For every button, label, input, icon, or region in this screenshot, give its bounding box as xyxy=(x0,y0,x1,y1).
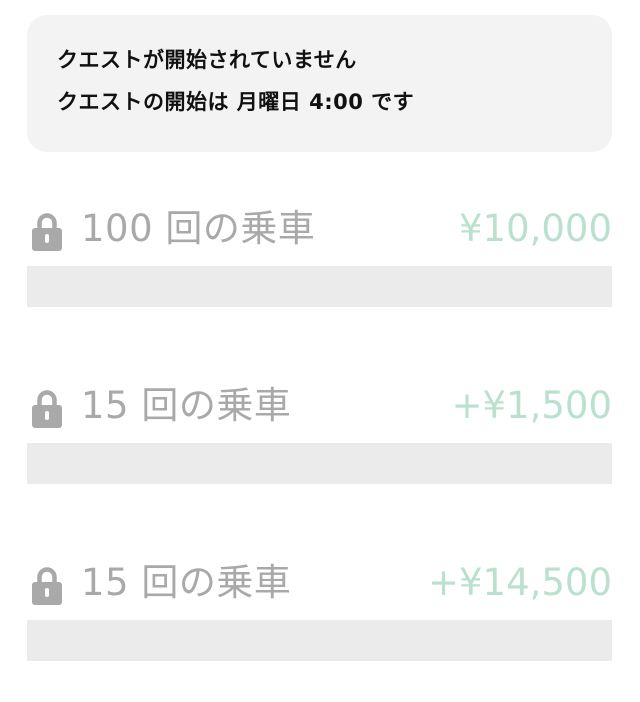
quest-header: 15 回の乗車 +¥1,500 xyxy=(27,377,612,437)
quest-progress-bar xyxy=(27,266,612,307)
quest-header: 15 回の乗車 +¥14,500 xyxy=(27,554,612,614)
notice-start-time-text: クエストの開始は 月曜日 4:00 です xyxy=(57,90,415,114)
lock-icon xyxy=(32,388,62,428)
quest-reward-amount: ¥10,000 xyxy=(458,207,612,250)
lock-icon xyxy=(32,565,62,605)
quest-goal-label: 15 回の乗車 xyxy=(81,384,292,427)
quest-item: 100 回の乗車 ¥10,000 xyxy=(27,200,612,320)
quest-goal-label: 100 回の乗車 xyxy=(81,207,316,250)
quest-not-started-notice: クエストが開始されていません クエストの開始は 月曜日 4:00 です xyxy=(27,15,612,152)
quest-reward-amount: +¥14,500 xyxy=(427,561,612,604)
quest-item: 15 回の乗車 +¥14,500 xyxy=(27,554,612,674)
quest-progress-bar xyxy=(27,620,612,661)
quest-goal-label: 15 回の乗車 xyxy=(81,561,292,604)
quest-item: 15 回の乗車 +¥1,500 xyxy=(27,377,612,497)
quest-header: 100 回の乗車 ¥10,000 xyxy=(27,200,612,260)
quest-progress-bar xyxy=(27,443,612,484)
quest-reward-amount: +¥1,500 xyxy=(451,384,612,427)
notice-status-text: クエストが開始されていません xyxy=(57,48,357,72)
lock-icon xyxy=(32,211,62,251)
